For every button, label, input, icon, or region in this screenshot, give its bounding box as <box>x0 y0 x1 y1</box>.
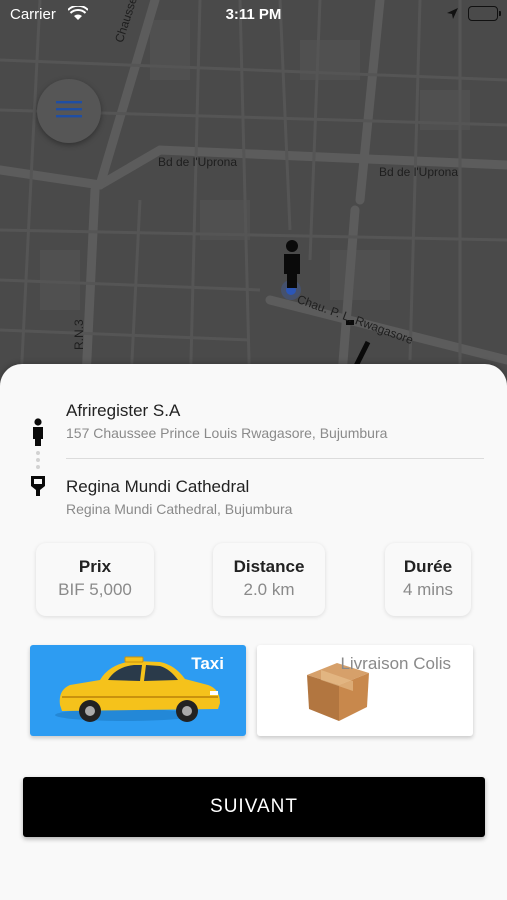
service-parcel-option[interactable]: Livraison Colis <box>257 645 473 736</box>
route-indicator <box>28 418 48 505</box>
map-label-rn3: R.N.3 <box>72 319 86 350</box>
hamburger-menu-button[interactable] <box>37 79 101 143</box>
duration-value: 4 mins <box>402 580 454 599</box>
location-arrow-icon <box>446 7 459 24</box>
hamburger-menu-icon <box>56 100 82 123</box>
origin-title: Afriregister S.A <box>66 401 181 420</box>
destination-address[interactable]: Regina Mundi Cathedral Regina Mundi Cath… <box>66 477 292 517</box>
duration-label: Durée <box>403 557 453 576</box>
clock: 3:11 PM <box>225 6 282 23</box>
distance-card: Distance 2.0 km <box>213 543 325 616</box>
address-divider <box>66 458 484 459</box>
status-bar: Carrier 3:11 PM <box>0 0 507 30</box>
battery-icon <box>468 6 501 21</box>
price-card: Prix BIF 5,000 <box>36 543 154 616</box>
origin-address[interactable]: Afriregister S.A 157 Chaussee Prince Lou… <box>66 401 387 441</box>
origin-subtitle: 157 Chaussee Prince Louis Rwagasore, Buj… <box>66 425 388 441</box>
price-value: BIF 5,000 <box>58 580 132 599</box>
service-taxi-option[interactable]: Taxi <box>30 645 246 736</box>
map-label-uprona-left: Bd de l'Uprona <box>158 155 238 169</box>
service-parcel-label: Livraison Colis <box>340 654 451 673</box>
destination-subtitle: Regina Mundi Cathedral, Bujumbura <box>66 501 293 517</box>
map-label-uprona-right: Bd de l'Uprona <box>379 165 459 179</box>
distance-label: Distance <box>233 557 305 576</box>
distance-value: 2.0 km <box>243 580 295 599</box>
service-taxi-label: Taxi <box>191 654 224 673</box>
duration-card: Durée 4 mins <box>385 543 471 616</box>
destination-title: Regina Mundi Cathedral <box>66 477 250 496</box>
next-button[interactable]: SUIVANT <box>23 777 485 837</box>
origin-person-icon <box>34 418 42 426</box>
price-label: Prix <box>78 557 112 576</box>
